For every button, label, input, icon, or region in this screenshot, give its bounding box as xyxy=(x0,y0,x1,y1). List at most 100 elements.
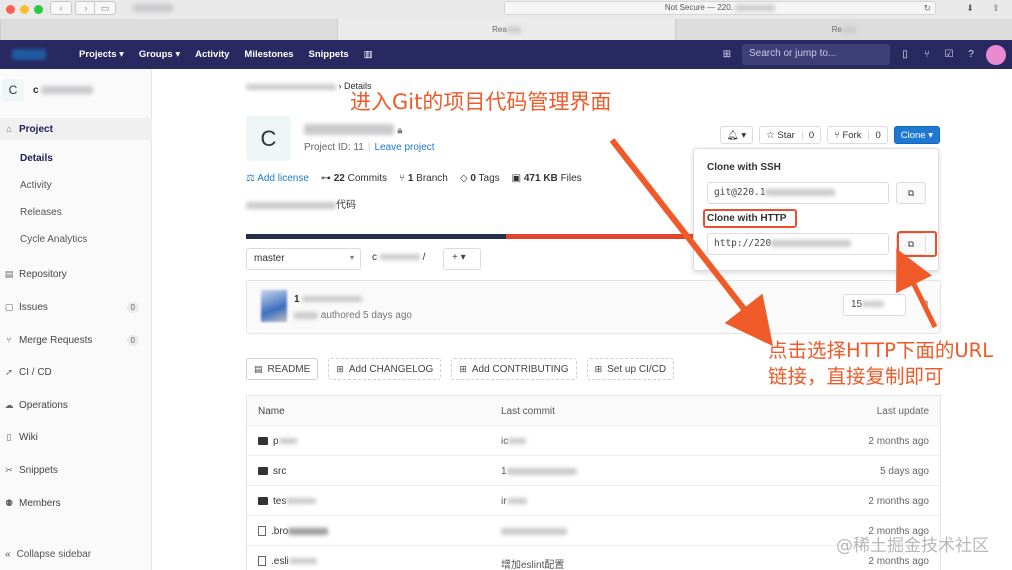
commits-label: Commits xyxy=(347,173,388,184)
add-license-link[interactable]: ⚖ Add license xyxy=(246,173,309,184)
sidebar-item-project[interactable]: ⌂ Project xyxy=(0,118,152,140)
commit-message[interactable]: ic xyxy=(501,436,508,447)
sidebar-item-cycle-analytics[interactable]: Cycle Analytics xyxy=(20,234,87,245)
setup-cicd-button[interactable]: ⊞ Set up CI/CD xyxy=(586,358,675,380)
language-bar xyxy=(246,234,742,239)
commit-message[interactable]: 增加eslint配置 xyxy=(501,556,564,570)
nav-groups[interactable]: Groups ▾ xyxy=(139,49,180,60)
user-avatar[interactable] xyxy=(986,44,1006,65)
reload-icon[interactable]: ↻ xyxy=(923,2,931,14)
files-label: Files xyxy=(560,173,582,184)
nav-projects[interactable]: Projects ▾ xyxy=(79,49,124,60)
merge-request-icon: ⑂ xyxy=(6,335,12,345)
notification-button[interactable]: 🔔︎ ▾ xyxy=(719,126,754,144)
commits-stat[interactable]: ⊶ 22 Commits xyxy=(321,173,387,184)
sidebar-project-header[interactable]: C c xyxy=(0,79,152,109)
files-stat[interactable]: ▣ 471 KB Files xyxy=(512,173,582,184)
chevron-down-icon: ▾ xyxy=(928,129,933,141)
commit-message[interactable]: ir xyxy=(501,496,507,507)
tab-label: Rea xyxy=(492,25,507,34)
copy-ssh-button[interactable]: ⧉ xyxy=(896,182,926,204)
star-button[interactable]: ☆ Star 0 xyxy=(759,126,822,144)
sidebar-item-activity[interactable]: Activity xyxy=(20,180,52,191)
readme-button[interactable]: ▤ README xyxy=(246,358,319,380)
minimize-window-button[interactable] xyxy=(20,5,29,14)
table-row[interactable]: src 1 5 days ago xyxy=(247,456,940,486)
commit-message[interactable]: 1 xyxy=(501,466,507,477)
maximize-window-button[interactable] xyxy=(34,5,43,14)
tags-stat[interactable]: ◇ 0 Tags xyxy=(460,173,500,184)
commit-icon: ⊶ xyxy=(320,173,331,184)
clone-ssh-url[interactable]: git@220.1 xyxy=(707,182,889,204)
clone-button[interactable]: Clone ▾ xyxy=(893,126,940,144)
project-sidebar: C c ⌂ Project Details Activity Releases C… xyxy=(0,69,152,570)
clone-ssh-url-text: git@220.1 xyxy=(714,187,766,198)
file-name[interactable]: .bro xyxy=(271,526,288,537)
sidebar-item-repository[interactable]: ▤ Repository xyxy=(0,263,152,285)
sidebar-item-label: Members xyxy=(19,497,61,509)
file-name[interactable]: src xyxy=(273,466,286,477)
add-file-dropdown[interactable]: + ▾ xyxy=(443,248,481,270)
collapse-sidebar-label: Collapse sidebar xyxy=(16,548,92,560)
last-update: 5 days ago xyxy=(880,466,929,477)
branch-stat[interactable]: ⑂ 1 Branch xyxy=(399,173,448,184)
gitlab-logo[interactable] xyxy=(12,49,46,60)
chart-icon[interactable]: ▥ xyxy=(364,49,373,60)
browser-tab[interactable]: Re xyxy=(674,19,1012,40)
browser-tab[interactable] xyxy=(0,19,338,40)
branch-count: 1 xyxy=(407,173,414,184)
collapse-sidebar-button[interactable]: « Collapse sidebar xyxy=(0,543,152,565)
sidebar-item-details[interactable]: Details xyxy=(20,153,53,164)
plus-icon[interactable]: ⊞ xyxy=(720,49,734,60)
sidebar-item-merge-requests[interactable]: ⑂ Merge Requests 0 xyxy=(0,329,152,351)
column-header-last-update: Last update xyxy=(876,406,929,417)
copy-icon[interactable]: ⧉ xyxy=(922,298,928,309)
nav-snippets[interactable]: Snippets xyxy=(309,49,349,60)
back-icon[interactable]: ‹ xyxy=(50,1,72,15)
clone-label: Clone xyxy=(900,129,926,141)
commit-sha[interactable]: 15 xyxy=(843,294,906,316)
add-contributing-button[interactable]: ⊞ Add CONTRIBUTING xyxy=(451,358,577,380)
file-icon: ▤ xyxy=(254,363,263,374)
sidebar-item-members[interactable]: ⚉ Members xyxy=(0,492,152,514)
fork-button[interactable]: ⑂ Fork 0 xyxy=(827,126,888,144)
browser-tab[interactable]: Rea xyxy=(337,19,675,40)
share-icon[interactable]: ⇪ xyxy=(988,1,1004,15)
download-icon[interactable]: ⬇ xyxy=(962,1,978,15)
nav-milestones[interactable]: Milestones xyxy=(244,49,293,60)
clone-http-url[interactable]: http://220 xyxy=(707,233,889,255)
address-text: Not Secure — 220. xyxy=(664,3,733,12)
sidebar-item-releases[interactable]: Releases xyxy=(20,207,62,218)
repo-file-buttons: ▤ README ⊞ Add CHANGELOG ⊞ Add CONTRIBUTING… xyxy=(246,358,675,380)
table-row[interactable]: tes ir 2 months ago xyxy=(247,486,940,516)
path-separator: / xyxy=(422,252,426,263)
sidebar-item-issues[interactable]: ▢ Issues 0 xyxy=(0,296,152,318)
sidebar-item-wiki[interactable]: ▯ Wiki xyxy=(0,426,152,448)
merge-request-icon[interactable]: ⑂ xyxy=(920,49,934,60)
project-id-line: Project ID: 11 | Leave project xyxy=(304,142,435,153)
address-bar[interactable]: Not Secure — 220. ↻ xyxy=(504,1,936,15)
commit-title[interactable]: 1 xyxy=(294,294,363,305)
rocket-icon: ➚ xyxy=(5,366,13,377)
issues-icon[interactable]: ▯ xyxy=(898,49,912,60)
sidebar-item-operations[interactable]: ☁ Operations xyxy=(0,394,152,416)
close-window-button[interactable] xyxy=(6,5,15,14)
help-icon[interactable]: ? xyxy=(964,49,978,60)
issues-count: 0 xyxy=(126,301,139,313)
nav-activity[interactable]: Activity xyxy=(195,49,229,60)
sidebar-toggle-icon[interactable]: ▭ xyxy=(94,1,116,15)
sidebar-item-cicd[interactable]: ➚ CI / CD xyxy=(0,361,152,383)
search-input[interactable]: Search or jump to... xyxy=(742,44,890,65)
path-root[interactable]: c xyxy=(372,252,377,263)
add-changelog-button[interactable]: ⊞ Add CHANGELOG xyxy=(328,358,442,380)
branch-select[interactable]: master ▾ xyxy=(246,248,361,270)
license-icon: ⚖ xyxy=(246,173,255,184)
leave-project-link[interactable]: Leave project xyxy=(374,142,434,153)
file-name[interactable]: tes xyxy=(273,496,286,507)
clone-http-url-text: http://220 xyxy=(714,238,772,249)
todo-icon[interactable]: ☑ xyxy=(942,49,956,60)
table-row[interactable]: p ic 2 months ago xyxy=(247,426,940,456)
sidebar-item-snippets[interactable]: ✂ Snippets xyxy=(0,459,152,481)
file-name[interactable]: p xyxy=(273,436,279,447)
file-name[interactable]: .esli xyxy=(271,556,289,567)
